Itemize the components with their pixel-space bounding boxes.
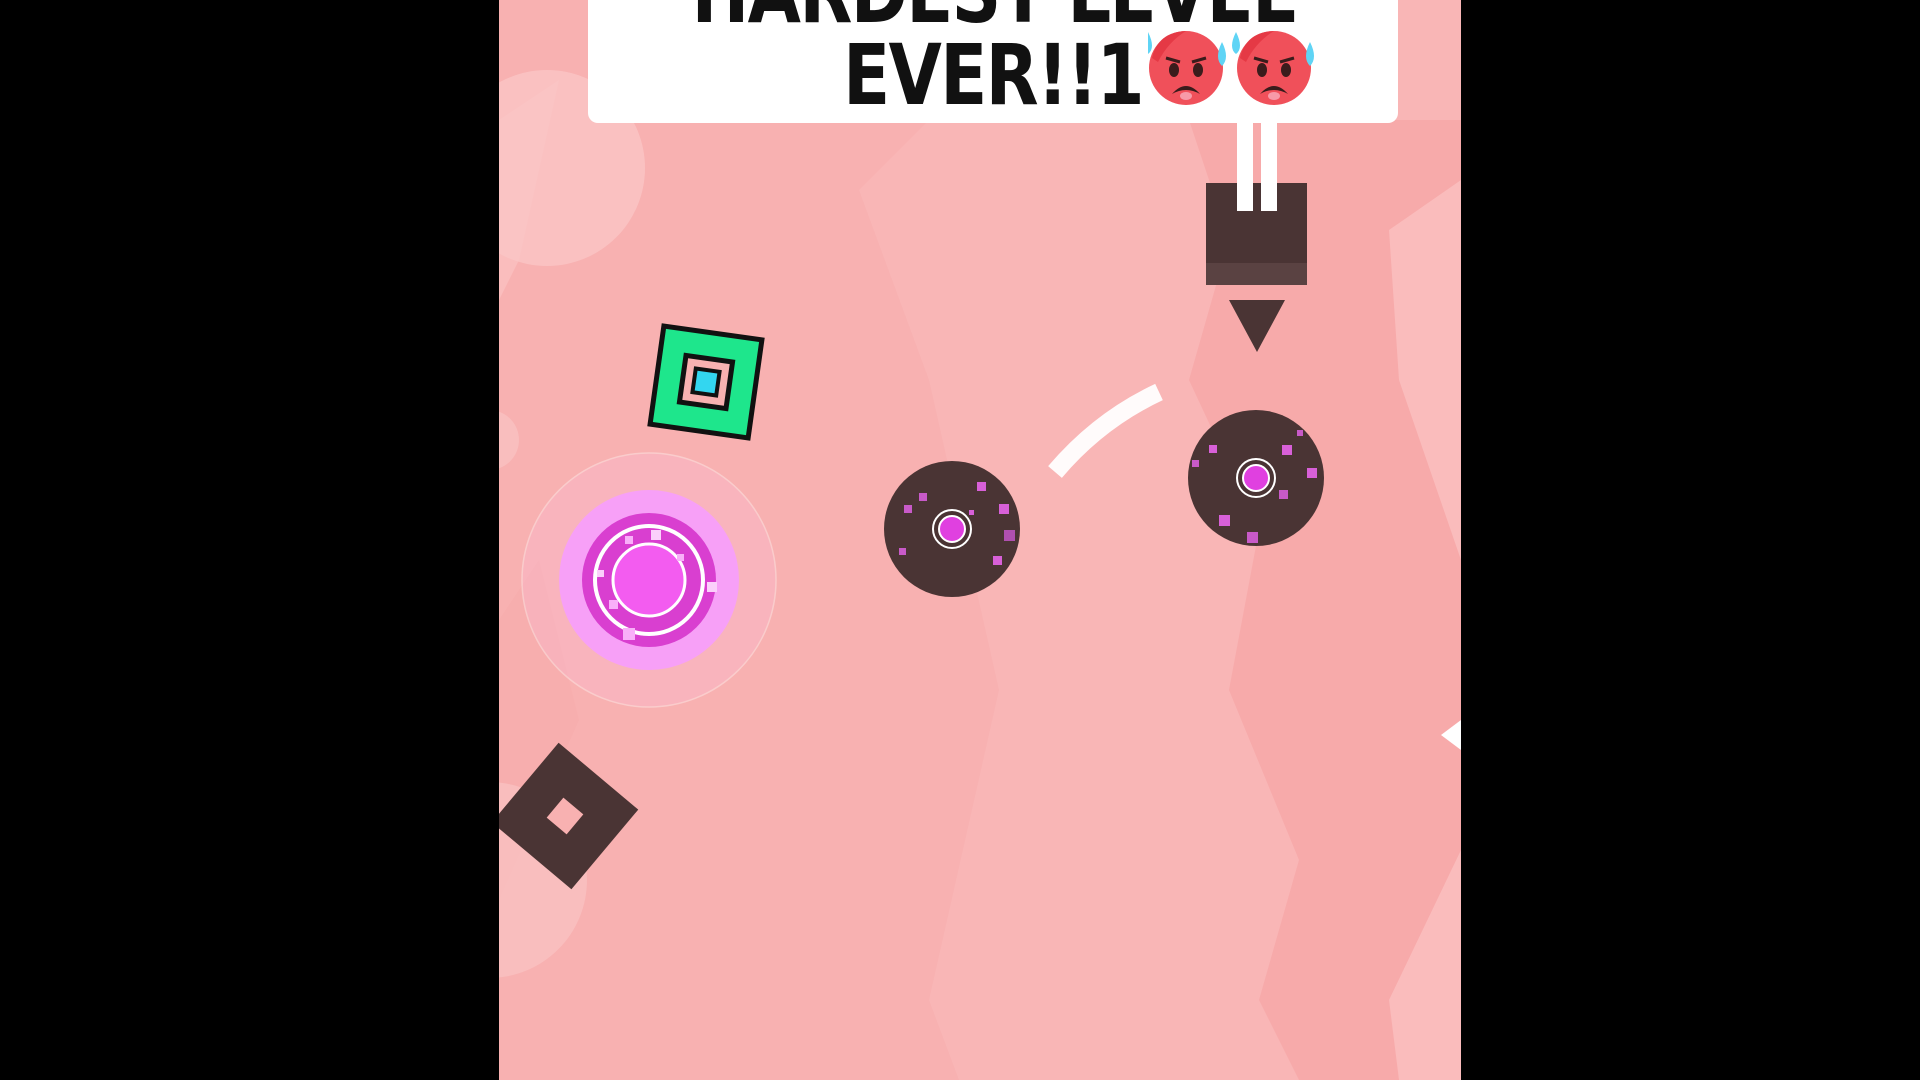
dark-saw-orb [884, 461, 1020, 597]
level-objects [499, 123, 1461, 890]
left-letterbox [0, 0, 499, 1080]
downward-spike [1229, 300, 1285, 352]
player-trail [1048, 383, 1163, 478]
game-viewport[interactable]: HARDEST LEVEL EVER!!1 [499, 0, 1461, 1080]
rotating-dark-block [499, 742, 639, 890]
edge-marker [1441, 720, 1461, 750]
dark-crusher-block [1206, 183, 1307, 285]
green-square-player [647, 323, 765, 441]
dark-saw-orb [1188, 410, 1324, 546]
pink-jump-orb[interactable] [521, 452, 777, 708]
right-letterbox [1461, 0, 1920, 1080]
